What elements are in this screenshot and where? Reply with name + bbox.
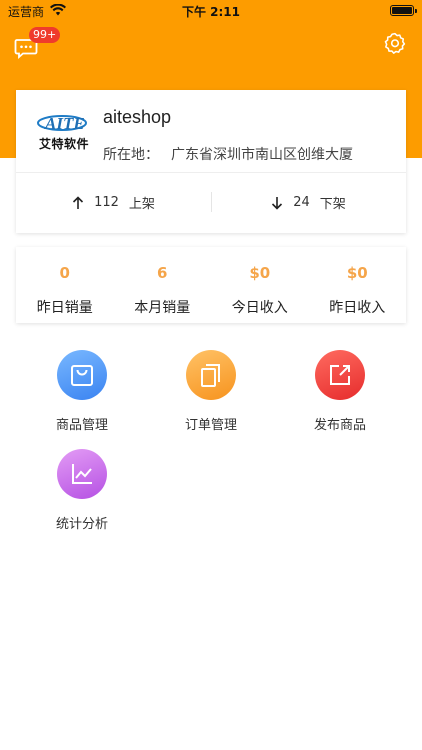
on-shelf-label: 上架 (128, 197, 155, 212)
order-management-button[interactable]: 订单管理 (151, 350, 271, 433)
battery-icon (390, 5, 417, 16)
function-label: 统计分析 (55, 517, 108, 532)
sales-value: $0 (249, 264, 271, 282)
on-shelf-count: 112 (94, 195, 119, 210)
publish-product-button[interactable]: 发布商品 (280, 350, 400, 433)
status-time: 下午 2:11 (181, 5, 241, 19)
logo-text: 艾特软件 (39, 137, 90, 151)
off-shelf-count: 24 (293, 195, 310, 210)
sales-stat-month-volume: 6 本月销量 (114, 247, 212, 323)
sales-value: $0 (346, 264, 368, 282)
sales-label: 昨日销量 (36, 300, 93, 316)
statistics-analysis-button[interactable]: 统计分析 (22, 449, 142, 532)
svg-text:AITE: AITE (44, 114, 85, 133)
line-chart-icon (72, 464, 92, 484)
sales-label: 本月销量 (134, 300, 191, 316)
shopping-bag-icon (71, 365, 93, 386)
function-label: 商品管理 (55, 418, 108, 433)
sales-value: 6 (157, 264, 168, 282)
shop-name: aiteshop (103, 107, 172, 127)
message-count-badge: 99+ (29, 27, 61, 43)
arrow-up-icon (73, 195, 84, 209)
gear-icon (384, 32, 406, 54)
external-link-icon (330, 365, 350, 385)
location-label: 所在地： (103, 147, 159, 163)
product-management-icon-circle (57, 350, 107, 400)
location-value: 广东省深圳市南山区创维大厦 (171, 147, 353, 163)
sales-summary-card: 0 昨日销量 6 本月销量 $0 今日收入 $0 昨日收入 (16, 247, 406, 323)
statistics-analysis-icon-circle (57, 449, 107, 499)
sales-label: 昨日收入 (329, 300, 386, 316)
sales-value: 0 (59, 264, 70, 282)
shop-location: 所在地： 广东省深圳市南山区创维大厦 (103, 144, 353, 164)
status-bar: 运营商 下午 2:11 (0, 0, 422, 22)
documents-icon (201, 364, 220, 387)
sales-label: 今日收入 (231, 300, 288, 316)
sales-stat-yesterday-volume: 0 昨日销量 (16, 247, 114, 323)
publish-product-icon-circle (315, 350, 365, 400)
on-shelf-stat[interactable]: 112 上架 (16, 172, 211, 233)
function-label: 订单管理 (184, 418, 237, 433)
sales-stat-today-income: $0 今日收入 (211, 247, 309, 323)
off-shelf-label: 下架 (319, 197, 346, 212)
settings-button[interactable] (384, 32, 406, 54)
off-shelf-stat[interactable]: 24 下架 (211, 172, 406, 233)
sales-stat-yesterday-income: $0 昨日收入 (309, 247, 407, 323)
product-management-button[interactable]: 商品管理 (22, 350, 142, 433)
shop-profile-card: AITE 艾特软件 aiteshop 所在地： 广东省深圳市南山区创维大厦 112… (16, 90, 406, 233)
arrow-down-icon (272, 196, 283, 210)
order-management-icon-circle (186, 350, 236, 400)
function-label: 发布商品 (313, 418, 366, 433)
